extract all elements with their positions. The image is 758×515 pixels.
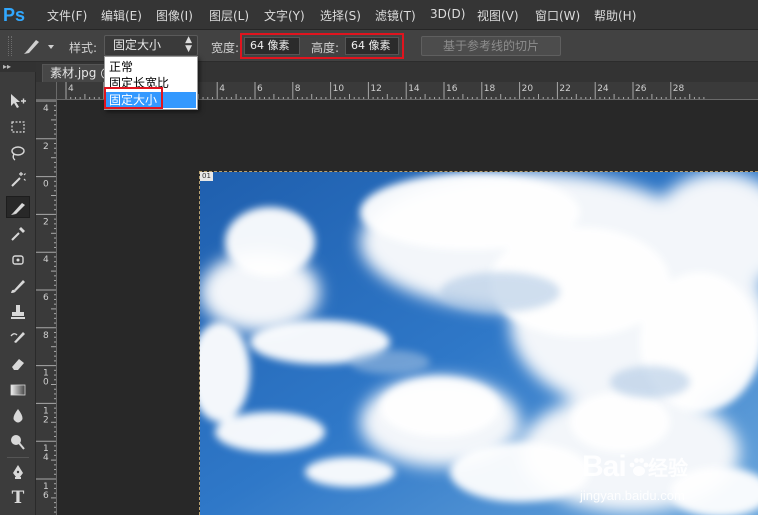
photoshop-logo: Ps xyxy=(3,5,26,25)
toolbox-separator xyxy=(7,457,29,458)
paw-icon xyxy=(629,458,649,476)
ruler-label: 28 xyxy=(673,84,685,94)
toolbox: ▸▸ T xyxy=(0,62,36,515)
ruler-origin[interactable] xyxy=(36,82,57,100)
menu-help[interactable]: 帮助(H) xyxy=(594,7,636,24)
options-bar-grip[interactable] xyxy=(8,36,12,56)
eyedropper-tool-icon[interactable] xyxy=(6,222,30,244)
ruler-label: 8 xyxy=(43,331,49,341)
type-tool-icon[interactable]: T xyxy=(6,487,30,509)
ruler-label: 0 xyxy=(43,378,49,388)
menu-layer[interactable]: 图层(L) xyxy=(209,7,249,24)
blur-tool-icon[interactable] xyxy=(6,405,30,427)
tool-preset-picker[interactable] xyxy=(20,36,58,56)
vertical-ruler[interactable]: 420246810121416 xyxy=(36,100,57,515)
menu-filter[interactable]: 滤镜(T) xyxy=(375,7,416,24)
baidu-jingyan-watermark: Bai 经验 jingyan.baidu.com xyxy=(578,450,758,512)
clone-stamp-tool-icon[interactable] xyxy=(6,301,30,323)
ruler-label: 2 xyxy=(43,415,49,425)
brush-tool-icon[interactable] xyxy=(6,275,30,297)
ruler-label: 26 xyxy=(635,84,647,94)
history-brush-tool-icon[interactable] xyxy=(6,327,30,349)
vertical-ruler-ticks: 420246810121416 xyxy=(36,100,56,513)
select-arrows-icon: ▲ ▼ xyxy=(185,35,192,54)
ruler-label: 6 xyxy=(43,491,49,501)
dodge-tool-icon[interactable] xyxy=(6,431,30,453)
ruler-label: 2 xyxy=(43,217,49,227)
spot-healing-tool-icon[interactable] xyxy=(6,249,30,271)
ruler-label: 8 xyxy=(295,84,301,94)
ruler-label: 6 xyxy=(257,84,263,94)
slice-number-badge: 01 xyxy=(200,172,213,181)
gradient-tool-icon[interactable] xyxy=(6,379,30,401)
ruler-label: 6 xyxy=(43,293,49,303)
ruler-label: 14 xyxy=(408,84,420,94)
menu-edit[interactable]: 编辑(E) xyxy=(101,7,142,24)
fixed-size-highlight xyxy=(104,87,163,109)
ruler-label: 18 xyxy=(484,84,496,94)
menu-window[interactable]: 窗口(W) xyxy=(535,7,580,24)
style-select[interactable]: 固定大小 ▲ ▼ xyxy=(104,35,198,56)
ruler-label: 24 xyxy=(597,84,609,94)
ruler-label: 16 xyxy=(446,84,458,94)
style-select-value: 固定大小 xyxy=(113,38,162,52)
style-label: 样式: xyxy=(69,41,98,55)
ruler-label: 4 xyxy=(43,453,49,463)
menu-3d[interactable]: 3D(D) xyxy=(430,7,465,21)
menu-file[interactable]: 文件(F) xyxy=(47,7,87,24)
lasso-tool-icon[interactable] xyxy=(6,142,30,164)
slice-tool-icon xyxy=(24,40,54,54)
toolbox-collapse-icon[interactable]: ▸▸ xyxy=(0,62,36,72)
watermark-jingyan: 经验 xyxy=(648,456,688,480)
ruler-label: 10 xyxy=(333,84,345,94)
ruler-label: 20 xyxy=(522,84,534,94)
magic-wand-tool-icon[interactable] xyxy=(6,168,30,190)
menu-bar: Ps 文件(F) 编辑(E) 图像(I) 图层(L) 文字(Y) 选择(S) 滤… xyxy=(0,0,758,30)
ruler-label: 12 xyxy=(370,84,381,94)
watermark-url: jingyan.baidu.com xyxy=(580,488,685,503)
width-height-highlight xyxy=(240,33,404,59)
ruler-label: 0 xyxy=(43,180,49,190)
ruler-label: 22 xyxy=(559,84,570,94)
ruler-label: 4 xyxy=(43,104,49,114)
slice-tool-icon[interactable] xyxy=(6,196,30,218)
ruler-label: 4 xyxy=(43,255,49,265)
menu-select[interactable]: 选择(S) xyxy=(320,7,361,24)
document-tab[interactable]: 素材.jpg @ xyxy=(42,64,106,82)
eraser-tool-icon[interactable] xyxy=(6,353,30,375)
width-label: 宽度: xyxy=(211,41,240,55)
marquee-tool-icon[interactable] xyxy=(6,116,30,138)
dropdown-option-normal[interactable]: 正常 xyxy=(106,59,196,75)
ruler-label: 4 xyxy=(68,84,74,94)
watermark-brand: Bai xyxy=(582,450,627,483)
ruler-label: 4 xyxy=(219,84,225,94)
ruler-label: 2 xyxy=(43,142,49,152)
menu-view[interactable]: 视图(V) xyxy=(477,7,519,24)
menu-image[interactable]: 图像(I) xyxy=(156,7,193,24)
menu-type[interactable]: 文字(Y) xyxy=(264,7,305,24)
slices-from-guides-button[interactable]: 基于参考线的切片 xyxy=(421,36,561,56)
pen-tool-icon[interactable] xyxy=(6,461,30,483)
move-tool-icon[interactable] xyxy=(6,90,30,112)
